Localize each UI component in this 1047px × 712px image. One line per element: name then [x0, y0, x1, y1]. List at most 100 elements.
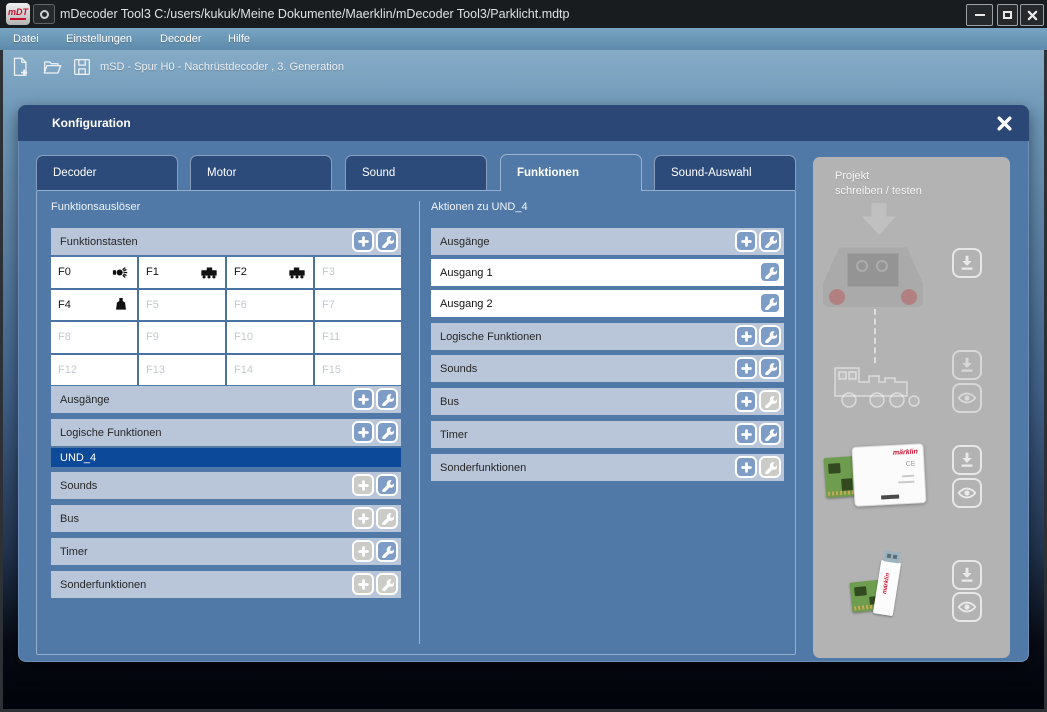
function-key-f4[interactable]: F4 [51, 290, 137, 321]
close-icon [1027, 10, 1038, 21]
action-bus[interactable]: Bus [431, 388, 784, 415]
action-ausgang-1[interactable]: Ausgang 1 [431, 259, 784, 286]
add-button[interactable] [735, 456, 757, 478]
configure-button[interactable] [759, 325, 781, 347]
function-key-f1[interactable]: F1 [139, 257, 225, 288]
tab-sound[interactable]: Sound [345, 155, 487, 190]
plus-icon [740, 461, 753, 474]
download-icon [958, 451, 976, 469]
add-button[interactable] [735, 423, 757, 445]
configure-button[interactable] [759, 261, 781, 283]
function-key-f7[interactable]: F7 [315, 290, 401, 321]
add-button[interactable] [735, 230, 757, 252]
section-timer[interactable]: Timer [51, 538, 401, 565]
section-sounds[interactable]: Sounds [51, 472, 401, 499]
open-file-button[interactable] [40, 55, 64, 79]
function-key-f6[interactable]: F6 [227, 290, 313, 321]
configure-button[interactable] [376, 230, 398, 252]
action-timer[interactable]: Timer [431, 421, 784, 448]
function-key-f9[interactable]: F9 [139, 322, 225, 353]
configure-button[interactable] [759, 456, 781, 478]
maximize-icon [1003, 11, 1012, 19]
add-button[interactable] [735, 325, 757, 347]
action-ausgaenge[interactable]: Ausgänge [431, 228, 784, 255]
function-key-f14[interactable]: F14 [227, 355, 313, 386]
section-label: Ausgänge [60, 394, 110, 406]
add-button[interactable] [352, 230, 374, 252]
add-button[interactable] [352, 421, 374, 443]
tab-funktionen[interactable]: Funktionen [500, 154, 642, 191]
configure-button[interactable] [759, 292, 781, 314]
function-key-f11[interactable]: F11 [315, 322, 401, 353]
add-button[interactable] [352, 540, 374, 562]
maximize-button[interactable] [997, 4, 1018, 26]
configure-button[interactable] [376, 507, 398, 529]
decoder-type-label: mSD - Spur H0 - Nachrüstdecoder , 3. Gen… [100, 56, 344, 78]
section-logische-funktionen[interactable]: Logische Funktionen [51, 419, 401, 446]
eye-icon [957, 483, 977, 503]
function-key-f8[interactable]: F8 [51, 322, 137, 353]
function-key-f5[interactable]: F5 [139, 290, 225, 321]
usb-slot [887, 554, 892, 559]
configure-button[interactable] [376, 421, 398, 443]
configure-button[interactable] [376, 573, 398, 595]
function-key-f0[interactable]: F0 [51, 257, 137, 288]
add-button[interactable] [735, 390, 757, 412]
action-sounds[interactable]: Sounds [431, 355, 784, 382]
add-button[interactable] [352, 388, 374, 410]
add-button[interactable] [352, 474, 374, 496]
wrench-icon [381, 512, 394, 525]
new-file-button[interactable] [8, 55, 32, 79]
tab-decoder[interactable]: Decoder [36, 155, 178, 190]
section-ausgaenge[interactable]: Ausgänge [51, 386, 401, 413]
window-close-button[interactable] [1020, 4, 1044, 26]
tab-motor[interactable]: Motor [190, 155, 332, 190]
dialog-title: Konfiguration [52, 105, 131, 141]
function-key-f12[interactable]: F12 [51, 355, 137, 386]
add-button[interactable] [352, 573, 374, 595]
function-key-f10[interactable]: F10 [227, 322, 313, 353]
action-ausgang-2[interactable]: Ausgang 2 [431, 290, 784, 317]
configure-button[interactable] [376, 540, 398, 562]
write-to-central-station-button[interactable] [952, 248, 982, 278]
write-to-locomotive-button[interactable] [952, 350, 982, 380]
view-locomotive-button[interactable] [952, 383, 982, 413]
window-system-menu-icon[interactable] [33, 4, 55, 24]
section-label: Sonderfunktionen [60, 579, 146, 591]
section-bus[interactable]: Bus [51, 505, 401, 532]
tab-sound-auswahl[interactable]: Sound-Auswahl [654, 155, 796, 190]
function-key-label: F14 [234, 364, 253, 376]
funktionstasten-header[interactable]: Funktionstasten [51, 228, 401, 255]
ce-mark: CE [906, 461, 916, 468]
function-key-f2[interactable]: F2 [227, 257, 313, 288]
configure-button[interactable] [376, 474, 398, 496]
central-station-screen [847, 253, 899, 287]
action-logische-funktionen[interactable]: Logische Funktionen [431, 323, 784, 350]
add-button[interactable] [352, 507, 374, 529]
configure-button[interactable] [759, 230, 781, 252]
selected-item-und4[interactable]: UND_4 [51, 448, 401, 467]
add-button[interactable] [735, 357, 757, 379]
configure-button[interactable] [759, 357, 781, 379]
view-programmer-button[interactable] [952, 478, 982, 508]
write-to-usb-stick-button[interactable] [952, 560, 982, 590]
function-key-f3[interactable]: F3 [315, 257, 401, 288]
menu-datei[interactable]: Datei [13, 28, 39, 50]
function-key-f13[interactable]: F13 [139, 355, 225, 386]
configure-button[interactable] [376, 388, 398, 410]
save-file-button[interactable] [70, 55, 94, 79]
view-usb-stick-button[interactable] [952, 592, 982, 622]
action-sonderfunktionen[interactable]: Sonderfunktionen [431, 454, 784, 481]
configure-button[interactable] [759, 423, 781, 445]
wrench-icon [381, 426, 394, 439]
wrench-icon [381, 235, 394, 248]
dialog-close-button[interactable] [993, 112, 1015, 134]
function-key-f15[interactable]: F15 [315, 355, 401, 386]
menu-decoder[interactable]: Decoder [160, 28, 202, 50]
section-sonderfunktionen[interactable]: Sonderfunktionen [51, 571, 401, 598]
menu-hilfe[interactable]: Hilfe [228, 28, 250, 50]
write-with-programmer-button[interactable] [952, 445, 982, 475]
configure-button[interactable] [759, 390, 781, 412]
minimize-button[interactable] [966, 4, 993, 26]
menu-einstellungen[interactable]: Einstellungen [66, 28, 132, 50]
